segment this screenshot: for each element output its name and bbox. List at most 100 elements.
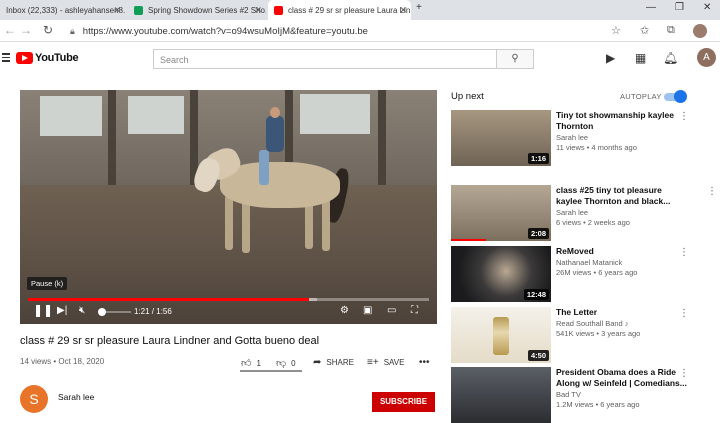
close-tab-icon[interactable]: ✕ — [254, 5, 262, 16]
share-button[interactable]: ➦ SHARE — [313, 357, 354, 368]
add-playlist-icon: ≡+ — [367, 357, 379, 368]
like-count: 1 — [256, 358, 261, 368]
rec-title[interactable]: Tiny tot showmanship kaylee Thornton — [556, 110, 698, 132]
rec-channel[interactable]: Bad TV — [556, 390, 581, 399]
rec-stats: 26M views • 6 years ago — [556, 268, 638, 277]
rec-stats: 541K views • 3 years ago — [556, 329, 641, 338]
dislike-button[interactable]: 👎︎ 0 — [276, 357, 296, 369]
rec-stats: 6 views • 2 weeks ago — [556, 218, 630, 227]
close-tab-icon[interactable]: ✕ — [399, 5, 407, 16]
rec-channel[interactable]: Nathanael Matanick — [556, 258, 622, 267]
save-button[interactable]: ≡+ SAVE — [367, 357, 404, 368]
video-thumbnail[interactable]: 2:08 — [451, 185, 551, 241]
browser-tab-sheets[interactable]: Spring Showdown Series #2 Sho... ✕ — [128, 0, 266, 20]
search-input[interactable]: Search — [153, 49, 496, 69]
channel-avatar[interactable]: S — [20, 385, 48, 413]
restore-icon[interactable]: ❐ — [675, 2, 684, 13]
reload-icon[interactable]: ↻ — [43, 23, 53, 37]
watched-progress-bar — [451, 239, 486, 241]
recommended-video[interactable]: 1:16 Tiny tot showmanship kaylee Thornto… — [451, 110, 716, 166]
sheets-favicon-icon — [134, 5, 143, 15]
more-vertical-icon[interactable]: ⋮ — [679, 111, 689, 122]
volume-knob[interactable] — [98, 308, 106, 316]
collections-icon[interactable]: ⧉ — [667, 24, 675, 37]
recommended-video[interactable]: President Obama does a Ride Along w/ Sei… — [451, 367, 716, 423]
autoplay-toggle-knob[interactable] — [674, 90, 687, 103]
forward-icon[interactable]: → — [20, 23, 32, 37]
video-thumbnail[interactable]: 4:50 — [451, 307, 551, 363]
youtube-header: YouTube Search ⚲ ▶︎ ▦ 🔔︎ A — [0, 43, 720, 75]
rec-title[interactable]: The Letter — [556, 307, 698, 318]
youtube-logo[interactable]: YouTube — [16, 52, 79, 64]
rider-leg — [259, 150, 269, 185]
more-vertical-icon[interactable]: ⋮ — [707, 186, 717, 197]
url-text: https://www.youtube.com/watch?v=o94wsuMo… — [82, 25, 368, 37]
window-close-icon[interactable]: ✕ — [703, 2, 711, 13]
pause-icon[interactable]: ❚❚ — [33, 303, 53, 317]
profile-avatar-icon[interactable] — [693, 24, 707, 38]
like-button[interactable]: 👍︎ 1 — [241, 357, 261, 369]
rec-title[interactable]: President Obama does a Ride Along w/ Sei… — [556, 367, 698, 389]
browser-tab-gmail[interactable]: Inbox (22,333) - ashleyahansen8... ✕ — [0, 0, 125, 20]
horse-leg — [242, 198, 250, 253]
dislike-count: 0 — [291, 358, 296, 368]
autoplay-label: AUTOPLAY — [620, 92, 662, 101]
video-player[interactable] — [20, 90, 437, 324]
arena-window — [300, 94, 370, 134]
apps-grid-icon[interactable]: ▦ — [635, 51, 646, 65]
rec-title[interactable]: class #25 tiny tot pleasure kaylee Thorn… — [556, 185, 676, 207]
more-vertical-icon[interactable]: ⋮ — [679, 308, 689, 319]
horse-leg — [322, 196, 330, 251]
tab-title: Spring Showdown Series #2 Sho... — [148, 5, 266, 15]
pause-tooltip: Pause (k) — [27, 277, 68, 290]
more-vertical-icon[interactable]: ⋮ — [679, 368, 689, 379]
subscribe-button[interactable]: SUBSCRIBE — [372, 392, 435, 412]
duration-badge: 2:08 — [527, 228, 549, 239]
video-thumbnail[interactable] — [451, 367, 551, 423]
rider-torso — [266, 116, 284, 152]
account-avatar[interactable]: A — [697, 48, 716, 67]
video-thumbnail[interactable]: 1:16 — [451, 110, 551, 166]
new-tab-button[interactable]: + — [416, 2, 422, 13]
video-title: class # 29 sr sr pleasure Laura Lindner … — [20, 335, 320, 347]
recommended-video[interactable]: 2:08 class #25 tiny tot pleasure kaylee … — [451, 185, 717, 241]
theater-mode-icon[interactable]: ▭ — [387, 305, 396, 316]
more-vertical-icon[interactable]: ⋮ — [679, 247, 689, 258]
rec-title[interactable]: ReMoved — [556, 246, 698, 257]
miniplayer-icon[interactable]: ▣ — [363, 305, 372, 316]
minimize-icon[interactable]: — — [646, 2, 656, 13]
settings-gear-icon[interactable]: ⚙ — [340, 305, 349, 316]
progress-fill — [28, 298, 309, 301]
notifications-bell-icon[interactable]: 🔔︎ — [663, 51, 678, 65]
favorites-icon[interactable]: ✩ — [640, 24, 649, 37]
rec-channel[interactable]: Sarah lee — [556, 208, 588, 217]
next-icon[interactable]: ▶︎| — [57, 305, 67, 316]
hourglass-image — [493, 317, 509, 355]
fullscreen-icon[interactable]: ⛶ — [411, 305, 418, 316]
horse-leg — [225, 195, 233, 250]
search-icon: ⚲ — [511, 53, 519, 64]
channel-name[interactable]: Sarah lee — [58, 392, 94, 402]
recommended-video[interactable]: 12:48 ReMoved Nathanael Matanick 26M vie… — [451, 246, 716, 302]
recommended-video[interactable]: 4:50 The Letter Read Southall Band ♪ 541… — [451, 307, 716, 363]
address-field[interactable]: 🔒︎ https://www.youtube.com/watch?v=o94ws… — [70, 22, 630, 40]
rec-channel[interactable]: Sarah lee — [556, 133, 588, 142]
create-video-icon[interactable]: ▶︎ — [606, 51, 615, 65]
video-thumbnail[interactable]: 12:48 — [451, 246, 551, 302]
close-tab-icon[interactable]: ✕ — [113, 5, 121, 16]
favorite-star-icon[interactable]: ☆ — [611, 24, 621, 37]
duration-badge: 12:48 — [523, 289, 549, 300]
menu-icon[interactable] — [2, 53, 10, 64]
time-total: 1:56 — [156, 307, 172, 316]
thumbs-down-icon: 👎︎ — [276, 358, 287, 369]
youtube-favicon-icon — [274, 5, 283, 15]
more-actions-button[interactable]: ••• — [419, 357, 435, 368]
progress-bar[interactable] — [28, 298, 429, 301]
timecode: 1:21 / 1:56 — [134, 307, 172, 316]
browser-tab-bar: Inbox (22,333) - ashleyahansen8... ✕ Spr… — [0, 0, 720, 20]
mute-icon[interactable]: 🔇︎ — [79, 305, 85, 316]
rec-channel[interactable]: Read Southall Band ♪ — [556, 319, 629, 328]
back-icon[interactable]: ← — [4, 23, 16, 37]
search-button[interactable]: ⚲ — [496, 49, 534, 69]
browser-tab-youtube[interactable]: class # 29 sr sr pleasure Laura Lin... ✕ — [268, 0, 411, 20]
